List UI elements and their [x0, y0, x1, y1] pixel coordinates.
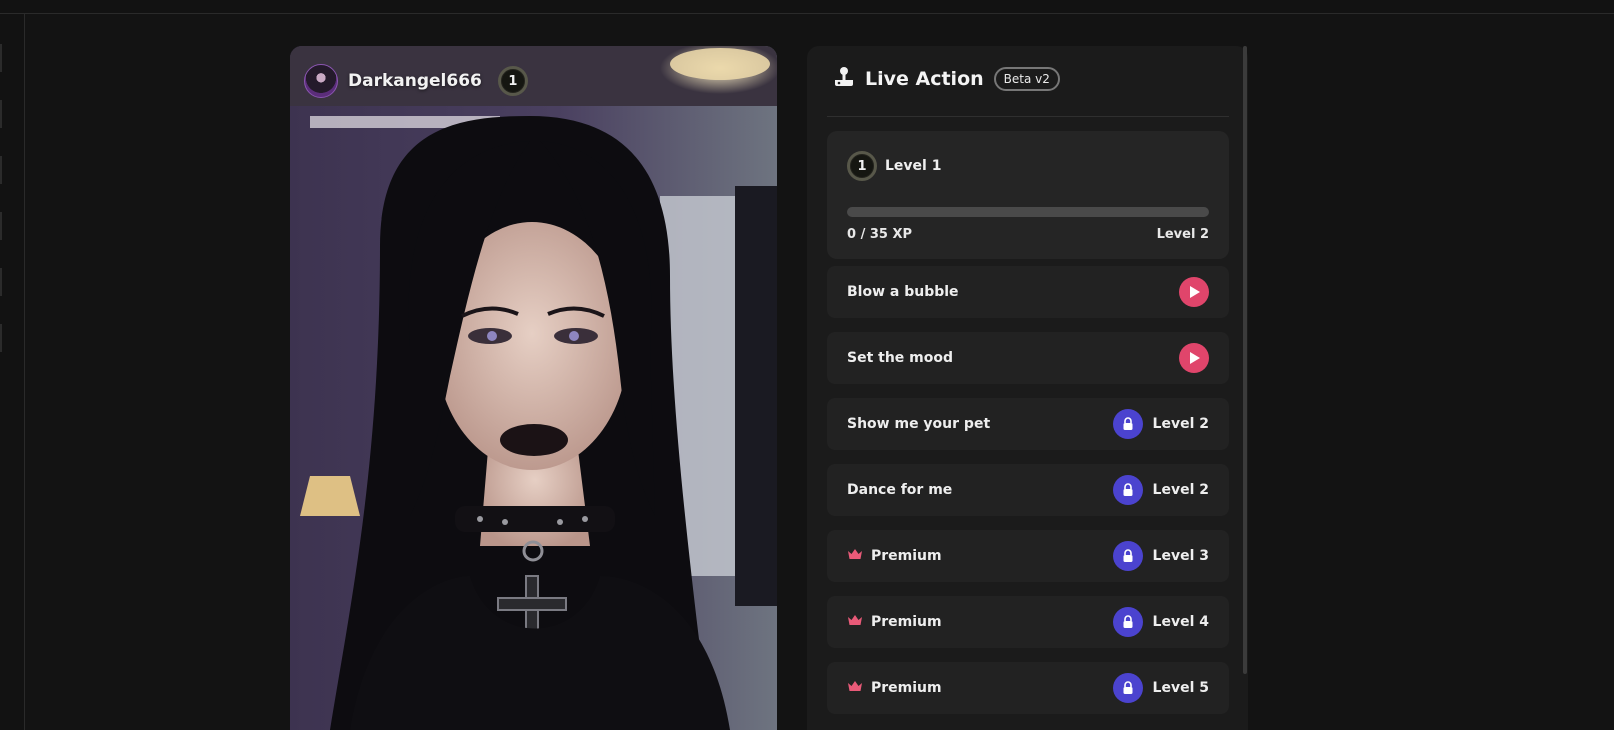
- lock-icon: [1112, 541, 1143, 571]
- next-level-label: Level 2: [1156, 227, 1209, 242]
- character-portrait-illustration: [290, 46, 777, 730]
- action-row-show-me-your-pet[interactable]: Show me your pet Level 2: [827, 398, 1229, 450]
- joystick-icon: [833, 66, 855, 92]
- required-level: Level 5: [1152, 680, 1209, 696]
- character-image[interactable]: Darkangel666 1: [290, 46, 777, 730]
- action-row-premium[interactable]: Premium Level 5: [827, 662, 1229, 714]
- panel-title: Live Action: [865, 68, 984, 90]
- crown-icon: [847, 548, 863, 564]
- current-level-badge: 1: [847, 151, 877, 181]
- current-level-label: Level 1: [885, 158, 942, 174]
- action-label: Premium: [847, 614, 1113, 630]
- play-icon[interactable]: [1179, 277, 1209, 307]
- action-row-dance-for-me[interactable]: Dance for me Level 2: [827, 464, 1229, 516]
- level-progress-card: 1 Level 1 0 / 35 XP Level 2: [827, 131, 1229, 259]
- crown-icon: [847, 614, 863, 630]
- required-level: Level 2: [1152, 416, 1209, 432]
- beta-badge: Beta v2: [993, 67, 1060, 91]
- top-bar: [0, 0, 1614, 14]
- lock-icon: [1112, 607, 1143, 637]
- creator-bar: Darkangel666 1: [304, 64, 528, 98]
- action-row-set-the-mood[interactable]: Set the mood: [827, 332, 1229, 384]
- action-label: Blow a bubble: [847, 284, 959, 300]
- divider: [827, 116, 1229, 117]
- panel-scrollbar[interactable]: [1243, 46, 1247, 674]
- rail-item[interactable]: [0, 44, 2, 72]
- action-row-blow-a-bubble[interactable]: Blow a bubble: [827, 266, 1229, 318]
- action-label: Show me your pet: [847, 416, 991, 432]
- action-row-premium[interactable]: Premium Level 4: [827, 596, 1229, 648]
- xp-progress-bar: [847, 207, 1209, 217]
- creator-name[interactable]: Darkangel666: [348, 71, 482, 91]
- crown-icon: [847, 680, 863, 696]
- lock-icon: [1112, 475, 1143, 505]
- action-label: Set the mood: [847, 350, 954, 366]
- lock-icon: [1112, 409, 1143, 439]
- creator-level-badge: 1: [497, 66, 528, 96]
- required-level: Level 2: [1152, 482, 1209, 498]
- rail-item[interactable]: [0, 324, 2, 352]
- play-icon[interactable]: [1179, 343, 1209, 373]
- required-level: Level 3: [1152, 548, 1209, 564]
- live-action-panel: Live Action Beta v2 1 Level 1 0 / 35 XP …: [807, 46, 1248, 730]
- required-level: Level 4: [1152, 614, 1209, 630]
- action-row-premium[interactable]: Premium Level 3: [827, 530, 1229, 582]
- rail-item[interactable]: [0, 268, 2, 296]
- rail-item[interactable]: [0, 100, 2, 128]
- xp-text: 0 / 35 XP: [847, 227, 913, 242]
- creator-avatar[interactable]: [304, 64, 338, 98]
- rail-item[interactable]: [0, 156, 2, 184]
- action-label: Dance for me: [847, 482, 953, 498]
- action-label: Premium: [847, 680, 1113, 696]
- rail-item[interactable]: [0, 212, 2, 240]
- left-rail: [0, 14, 25, 730]
- action-label: Premium: [847, 548, 1113, 564]
- panel-header: Live Action Beta v2: [833, 66, 1060, 92]
- lock-icon: [1112, 673, 1143, 703]
